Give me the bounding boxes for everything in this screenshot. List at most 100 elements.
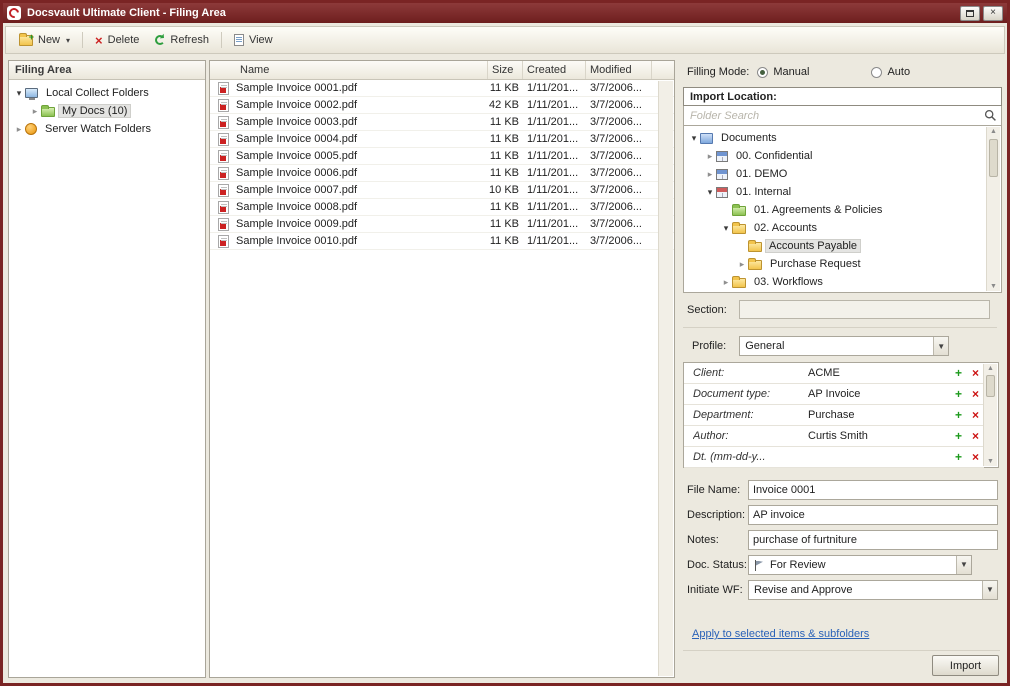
notes-label: Notes: — [687, 534, 748, 546]
expander-icon[interactable]: ▾ — [704, 188, 716, 197]
profile-field-row: Dt. (mm-dd-y... + × — [684, 447, 984, 468]
table-row[interactable]: Sample Invoice 0003.pdf 11 KB 1/11/201..… — [210, 114, 674, 131]
profile-select[interactable]: General ▼ — [739, 336, 949, 356]
remove-value-button[interactable]: × — [967, 366, 984, 380]
file-name-input[interactable] — [748, 480, 998, 500]
expander-icon[interactable]: ▸ — [704, 152, 716, 161]
column-header-name[interactable]: Name — [210, 61, 488, 79]
refresh-icon — [155, 35, 165, 45]
file-name: Sample Invoice 0008.pdf — [236, 201, 488, 213]
toolbar-separator — [221, 32, 222, 48]
doc-status-value: For Review — [765, 556, 956, 574]
tree-item-documents[interactable]: ▾ Documents — [684, 129, 986, 147]
expander-icon[interactable]: ▾ — [688, 134, 700, 143]
expander-icon[interactable]: ▸ — [13, 125, 25, 134]
refresh-button[interactable]: Refresh — [148, 31, 216, 49]
tree-item-my-docs[interactable]: ▸ My Docs (10) — [9, 102, 205, 120]
notes-input[interactable] — [748, 530, 998, 550]
file-name: Sample Invoice 0006.pdf — [236, 167, 488, 179]
table-row[interactable]: Sample Invoice 0009.pdf 11 KB 1/11/201..… — [210, 216, 674, 233]
table-row[interactable]: Sample Invoice 0001.pdf 11 KB 1/11/201..… — [210, 80, 674, 97]
profile-field-label: Dt. (mm-dd-y... — [693, 451, 808, 463]
description-input[interactable] — [748, 505, 998, 525]
doc-status-select[interactable]: For Review ▼ — [748, 555, 972, 575]
expander-icon[interactable]: ▸ — [736, 260, 748, 269]
radio-manual[interactable]: Manual — [757, 66, 809, 78]
table-row[interactable]: Sample Invoice 0002.pdf 42 KB 1/11/201..… — [210, 97, 674, 114]
expander-icon[interactable]: ▸ — [29, 107, 41, 116]
expander-icon[interactable]: ▸ — [704, 170, 716, 179]
profile-grid-scrollbar[interactable]: ▲ ▼ — [983, 364, 997, 466]
file-name: Sample Invoice 0005.pdf — [236, 150, 488, 162]
add-value-button[interactable]: + — [950, 387, 967, 401]
file-list-scrollbar[interactable] — [658, 81, 673, 676]
add-value-button[interactable]: + — [950, 450, 967, 464]
scrollbar-thumb[interactable] — [989, 139, 998, 177]
file-name: Sample Invoice 0007.pdf — [236, 184, 488, 196]
new-button[interactable]: New ▾ — [12, 31, 77, 49]
tree-item-local-collect-folders[interactable]: ▾ Local Collect Folders — [9, 84, 205, 102]
close-button[interactable]: × — [983, 6, 1003, 21]
remove-value-button[interactable]: × — [967, 387, 984, 401]
tree-item-accounts[interactable]: ▾ 02. Accounts — [684, 219, 986, 237]
tree-item-demo[interactable]: ▸ 01. DEMO — [684, 165, 986, 183]
expander-icon[interactable]: ▾ — [720, 224, 732, 233]
tree-item-label: 01. DEMO — [732, 167, 791, 181]
profile-field-value[interactable]: AP Invoice — [808, 388, 950, 400]
file-modified: 3/7/2006... — [586, 116, 652, 128]
tree-item-purchase-request[interactable]: ▸ Purchase Request — [684, 255, 986, 273]
expander-icon[interactable]: ▸ — [720, 278, 732, 287]
tree-item-server-watch-folders[interactable]: ▸ Server Watch Folders — [9, 120, 205, 138]
view-button[interactable]: View — [227, 31, 280, 49]
table-row[interactable]: Sample Invoice 0004.pdf 11 KB 1/11/201..… — [210, 131, 674, 148]
add-value-button[interactable]: + — [950, 408, 967, 422]
folder-search-input[interactable] — [688, 110, 984, 122]
apply-to-selected-link[interactable]: Apply to selected items & subfolders — [692, 628, 869, 640]
profile-field-value[interactable]: ACME — [808, 367, 950, 379]
radio-auto[interactable]: Auto — [871, 66, 910, 78]
profile-field-value[interactable]: Purchase — [808, 409, 950, 421]
add-value-button[interactable]: + — [950, 366, 967, 380]
table-row[interactable]: Sample Invoice 0007.pdf 10 KB 1/11/201..… — [210, 182, 674, 199]
notes-row: Notes: — [687, 529, 1002, 550]
search-icon[interactable] — [984, 109, 997, 122]
tree-item-accounts-payable[interactable]: Accounts Payable — [684, 237, 986, 255]
file-name: Sample Invoice 0009.pdf — [236, 218, 488, 230]
scroll-up-icon[interactable]: ▲ — [984, 365, 997, 372]
table-row[interactable]: Sample Invoice 0005.pdf 11 KB 1/11/201..… — [210, 148, 674, 165]
expander-icon[interactable]: ▾ — [13, 89, 25, 98]
file-modified: 3/7/2006... — [586, 99, 652, 111]
scrollbar-thumb[interactable] — [986, 375, 995, 397]
remove-value-button[interactable]: × — [967, 408, 984, 422]
table-row[interactable]: Sample Invoice 0008.pdf 11 KB 1/11/201..… — [210, 199, 674, 216]
remove-value-button[interactable]: × — [967, 429, 984, 443]
tree-item-confidential[interactable]: ▸ 00. Confidential — [684, 147, 986, 165]
profile-field-value[interactable]: Curtis Smith — [808, 430, 950, 442]
scroll-up-icon[interactable]: ▲ — [987, 128, 1000, 135]
column-header-modified[interactable]: Modified — [586, 61, 652, 79]
column-header-size[interactable]: Size — [488, 61, 523, 79]
tree-item-label: 01. Internal — [732, 185, 795, 199]
maximize-button[interactable] — [960, 6, 980, 21]
refresh-button-label: Refresh — [170, 34, 209, 46]
tree-item-internal[interactable]: ▾ 01. Internal — [684, 183, 986, 201]
section-field[interactable] — [739, 300, 990, 319]
tree-scrollbar[interactable]: ▲ ▼ — [986, 127, 1000, 291]
tree-item-agreements-policies[interactable]: 01. Agreements & Policies — [684, 201, 986, 219]
profile-row: Profile: General ▼ — [692, 336, 1002, 356]
remove-value-button[interactable]: × — [967, 450, 984, 464]
column-header-created[interactable]: Created — [523, 61, 586, 79]
chevron-down-icon: ▾ — [66, 36, 70, 45]
table-row[interactable]: Sample Invoice 0010.pdf 11 KB 1/11/201..… — [210, 233, 674, 250]
add-value-button[interactable]: + — [950, 429, 967, 443]
table-row[interactable]: Sample Invoice 0006.pdf 11 KB 1/11/201..… — [210, 165, 674, 182]
profile-value: General — [740, 337, 933, 355]
initiate-wf-select[interactable]: Revise and Approve ▼ — [748, 580, 998, 600]
import-button[interactable]: Import — [932, 655, 999, 676]
toolbar-separator — [82, 32, 83, 48]
tree-item-workflows[interactable]: ▸ 03. Workflows — [684, 273, 986, 291]
scroll-down-icon[interactable]: ▼ — [984, 458, 997, 465]
scroll-down-icon[interactable]: ▼ — [987, 283, 1000, 290]
delete-button[interactable]: × Delete — [88, 31, 146, 50]
file-size: 10 KB — [488, 184, 523, 196]
